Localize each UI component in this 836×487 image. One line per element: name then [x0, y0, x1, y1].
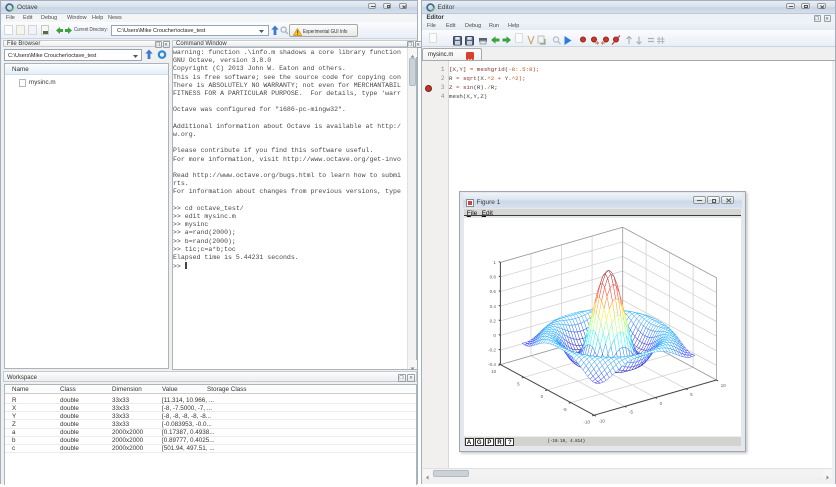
svg-text:-0.4: -0.4	[488, 362, 496, 367]
svg-text:0: 0	[541, 394, 544, 399]
svg-text:10: 10	[491, 369, 497, 374]
svg-text:0.4: 0.4	[490, 304, 497, 309]
svg-text:10: 10	[721, 383, 727, 388]
svg-text:0.2: 0.2	[490, 319, 497, 324]
svg-text:5: 5	[690, 392, 693, 397]
svg-text:-5: -5	[629, 410, 633, 415]
svg-text:1: 1	[493, 260, 496, 265]
svg-text:0.6: 0.6	[490, 289, 497, 294]
svg-text:0: 0	[660, 401, 663, 406]
svg-text:-10: -10	[598, 419, 605, 424]
svg-text:-10: -10	[583, 420, 590, 425]
svg-text:0: 0	[493, 333, 496, 338]
svg-text:5: 5	[517, 382, 520, 387]
svg-text:-5: -5	[563, 407, 567, 412]
svg-text:-0.2: -0.2	[488, 348, 496, 353]
svg-text:0.8: 0.8	[490, 275, 497, 280]
